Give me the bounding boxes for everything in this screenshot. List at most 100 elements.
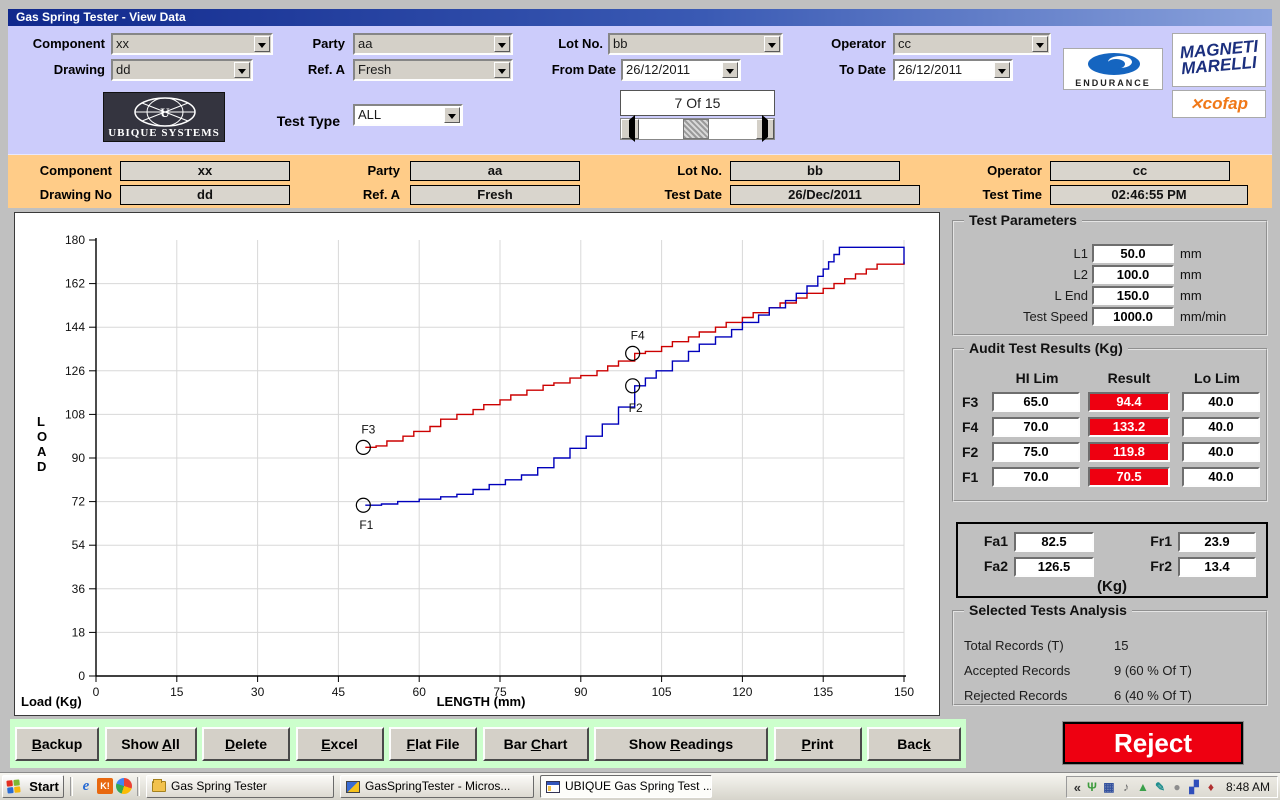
wireless-signal-icon[interactable]: Ψ xyxy=(1085,780,1099,794)
removable-device-icon[interactable]: ▲ xyxy=(1136,780,1150,794)
band-test-time-label: Test Time xyxy=(938,185,1042,205)
f1-lo-lim: 40.0 xyxy=(1182,467,1260,487)
task-vb-ide-window[interactable]: GasSpringTester - Micros... xyxy=(340,775,534,798)
f1-result: 70.5 xyxy=(1088,467,1170,487)
pc-sync-icon[interactable]: ▞ xyxy=(1187,780,1201,794)
start-label: Start xyxy=(29,779,59,794)
chevron-down-icon xyxy=(768,43,776,52)
internet-explorer-icon[interactable]: e xyxy=(78,778,94,794)
drawing-label: Drawing xyxy=(8,59,105,81)
scroll-left-button[interactable] xyxy=(621,119,639,139)
endurance-logo-text: ENDURANCE xyxy=(1064,78,1162,88)
f3-result: 94.4 xyxy=(1088,392,1170,412)
scroll-right-button[interactable] xyxy=(756,119,774,139)
test-type-combobox[interactable]: ALL xyxy=(353,104,463,126)
svg-text:30: 30 xyxy=(251,685,265,699)
f3-lo-lim: 40.0 xyxy=(1182,392,1260,412)
task-label: Gas Spring Tester xyxy=(171,779,267,793)
test-speed-unit: mm/min xyxy=(1180,307,1226,326)
svg-text:F1: F1 xyxy=(359,518,373,532)
task-folder-window[interactable]: Gas Spring Tester xyxy=(146,775,334,798)
delete-button[interactable]: Delete xyxy=(202,727,290,761)
cofap-logo: ✕cofap xyxy=(1172,90,1266,118)
f2-lo-lim: 40.0 xyxy=(1182,442,1260,462)
test-parameters-group: Test Parameters L1 50.0 mm L2 100.0 mm L… xyxy=(952,220,1268,336)
task-gas-spring-app-window[interactable]: UBIQUE Gas Spring Test ... xyxy=(540,775,712,798)
ref-a-combobox[interactable]: Fresh xyxy=(353,59,513,81)
ubique-logo-text: UBIQUE SYSTEMS xyxy=(104,127,224,139)
print-button[interactable]: Print xyxy=(774,727,862,761)
rejected-records-value: 6 (40 % Of T) xyxy=(1114,686,1264,705)
band-test-date-field: 26/Dec/2011 xyxy=(730,185,920,205)
folder-icon xyxy=(152,781,166,792)
media-player-icon[interactable]: K! xyxy=(97,778,113,794)
party-combobox[interactable]: aa xyxy=(353,33,513,55)
excel-button[interactable]: Excel xyxy=(296,727,384,761)
scrollbar-thumb[interactable] xyxy=(683,119,709,139)
messenger-icon[interactable]: ● xyxy=(1170,780,1184,794)
accepted-records-value: 9 (60 % Of T) xyxy=(1114,661,1264,680)
network-error-icon[interactable]: ▦ xyxy=(1102,780,1116,794)
arrow-right-icon xyxy=(762,115,773,142)
taskbar-separator xyxy=(70,777,73,796)
l1-value: 50.0 xyxy=(1092,244,1174,263)
back-button[interactable]: Back xyxy=(867,727,961,761)
fr2-value: 13.4 xyxy=(1178,557,1256,577)
antivirus-icon[interactable]: ✎ xyxy=(1153,780,1167,794)
fa1-value: 82.5 xyxy=(1014,532,1094,552)
show-all-button[interactable]: Show All xyxy=(105,727,197,761)
show-readings-button[interactable]: Show Readings xyxy=(594,727,768,761)
from-date-picker[interactable]: 26/12/2011 xyxy=(621,59,741,81)
task-label: UBIQUE Gas Spring Test ... xyxy=(565,779,712,793)
windows-logo-icon xyxy=(6,779,20,793)
l1-unit: mm xyxy=(1180,244,1202,263)
l2-value: 100.0 xyxy=(1092,265,1174,284)
start-button[interactable]: Start xyxy=(2,775,64,798)
to-date-dropdown-button[interactable] xyxy=(994,62,1010,78)
l2-unit: mm xyxy=(1180,265,1202,284)
drawing-value: dd xyxy=(116,62,231,78)
chevron-down-icon xyxy=(998,69,1006,78)
browser-icon[interactable] xyxy=(116,778,132,794)
load-length-chart: 0183654729010812614416218001530456075901… xyxy=(15,213,939,715)
chevron-down-icon xyxy=(238,69,246,78)
test-parameters-title: Test Parameters xyxy=(964,212,1082,228)
load-length-chart-panel: 0183654729010812614416218001530456075901… xyxy=(14,212,940,716)
drawing-combobox[interactable]: dd xyxy=(111,59,253,81)
flat-file-button[interactable]: Flat File xyxy=(389,727,477,761)
svg-text:15: 15 xyxy=(170,685,184,699)
tray-chevron-button[interactable]: « xyxy=(1074,780,1081,795)
ubique-systems-logo: U UBIQUE SYSTEMS xyxy=(103,92,225,142)
record-scrollbar[interactable] xyxy=(620,118,775,140)
operator-combobox[interactable]: cc xyxy=(893,33,1051,55)
analysis-title: Selected Tests Analysis xyxy=(964,602,1132,618)
svg-text:144: 144 xyxy=(65,320,85,334)
total-records-label: Total Records (T) xyxy=(964,636,1114,655)
f1-hi-lim: 70.0 xyxy=(992,467,1080,487)
action-button-bar: Backup Show All Delete Excel Flat File B… xyxy=(10,719,966,768)
operator-dropdown-button[interactable] xyxy=(1032,36,1048,52)
party-label: Party xyxy=(248,33,345,55)
svg-text:135: 135 xyxy=(813,685,833,699)
backup-button[interactable]: Backup xyxy=(15,727,99,761)
band-party-field: aa xyxy=(410,161,580,181)
lot-combobox[interactable]: bb xyxy=(608,33,783,55)
window-titlebar[interactable]: Gas Spring Tester - View Data xyxy=(8,9,1272,26)
band-ref-a-label: Ref. A xyxy=(308,185,400,205)
svg-text:0: 0 xyxy=(93,685,100,699)
band-drawing-label: Drawing No xyxy=(8,185,112,205)
l2-label: L2 xyxy=(962,265,1088,284)
bar-chart-button[interactable]: Bar Chart xyxy=(483,727,589,761)
to-date-picker[interactable]: 26/12/2011 xyxy=(893,59,1013,81)
f2-result: 119.8 xyxy=(1088,442,1170,462)
hi-lim-header: HI Lim xyxy=(992,370,1082,386)
taskbar-clock: 8:48 AM xyxy=(1226,780,1270,794)
from-date-dropdown-button[interactable] xyxy=(722,62,738,78)
volume-icon[interactable]: ♪ xyxy=(1119,780,1133,794)
alert-icon[interactable]: ♦ xyxy=(1204,780,1218,794)
fr1-value: 23.9 xyxy=(1178,532,1256,552)
reject-status-button[interactable]: Reject xyxy=(1063,722,1243,764)
audit-row-name: F4 xyxy=(962,419,988,435)
test-type-dropdown-button[interactable] xyxy=(444,107,460,123)
svg-text:60: 60 xyxy=(413,685,427,699)
